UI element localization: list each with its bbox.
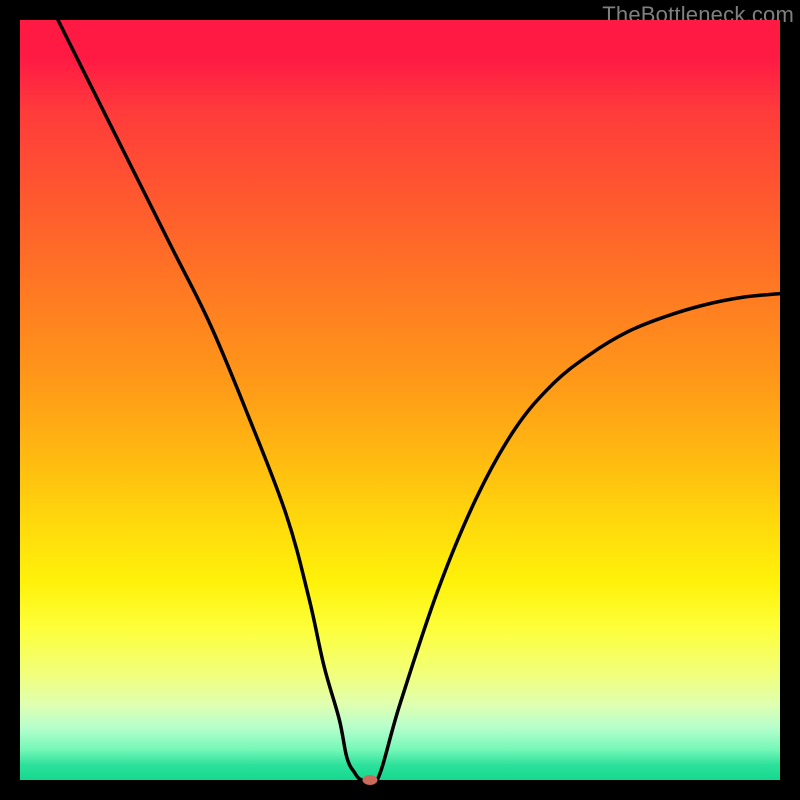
bottleneck-curve xyxy=(20,20,780,780)
optimal-point-marker xyxy=(362,775,377,785)
chart-container: TheBottleneck.com xyxy=(0,0,800,800)
plot-area xyxy=(20,20,780,780)
curve-path xyxy=(58,20,780,780)
